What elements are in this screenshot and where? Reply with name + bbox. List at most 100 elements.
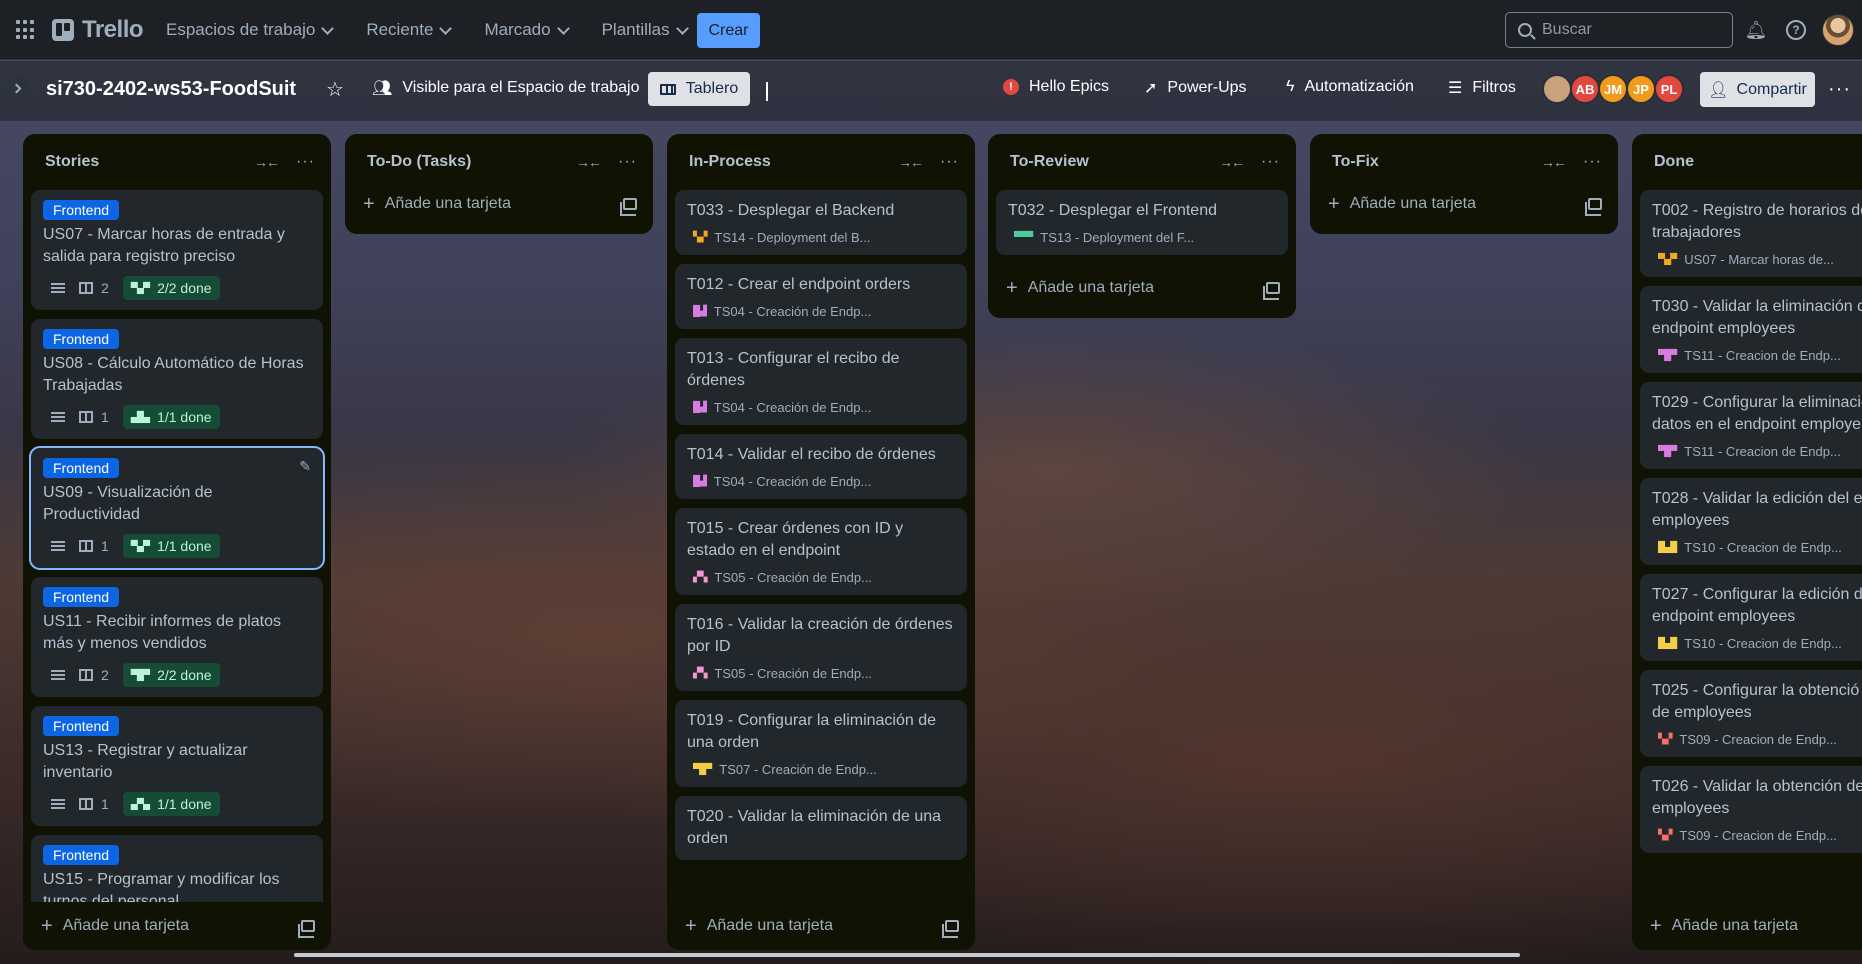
create-button[interactable]: Crear [697, 13, 760, 48]
mirror-count: 2 [101, 667, 109, 683]
collapse-icon[interactable]: →← [1541, 154, 1567, 170]
horizontal-scrollbar[interactable] [294, 953, 1520, 957]
list-title[interactable]: To-Do (Tasks) [367, 153, 471, 171]
sidebar-toggle[interactable] [6, 76, 30, 100]
card-template-icon[interactable] [942, 920, 959, 938]
list-item[interactable]: T030 - Validar la eliminación d en el en… [1640, 286, 1862, 373]
add-card-button[interactable]: + Añade una tarjeta [988, 264, 1296, 312]
list-item[interactable]: T019 - Configurar la eliminación de una … [675, 700, 967, 787]
list-item[interactable]: T015 - Crear órdenes con ID y estado en … [675, 508, 967, 595]
status-badge: ▀█▀ 2/2 done [122, 663, 220, 687]
avatar[interactable] [1542, 74, 1572, 104]
list-title[interactable]: In-Process [689, 153, 771, 171]
list-header: In-Process →← ··· [667, 134, 975, 190]
edit-icon[interactable]: ✎ [299, 458, 311, 475]
parent-epic-icon: ▚▞ [1658, 830, 1672, 841]
collapse-icon[interactable]: →← [1219, 154, 1245, 170]
list-item[interactable]: Frontend US11 - Recibir informes de plat… [31, 577, 323, 697]
list-menu-icon[interactable]: ··· [940, 153, 959, 171]
list-item[interactable]: T027 - Configurar la edición d endpoint … [1640, 574, 1862, 661]
nav-templates[interactable]: Plantillas [590, 16, 699, 44]
epic-progress-icon: ▄▀▄ [130, 798, 150, 810]
list-item[interactable]: Frontend US08 - Cálculo Automático de Ho… [31, 319, 323, 439]
list-item[interactable]: T002 - Registro de horarios de trabajado… [1640, 190, 1862, 277]
card-label: Frontend [43, 716, 120, 736]
chevron-down-icon [556, 21, 570, 35]
add-card-button[interactable]: + Añade una tarjeta [1632, 902, 1862, 950]
views-dropdown[interactable] [766, 82, 768, 101]
automation-button[interactable]: ϟ Automatización [1286, 78, 1414, 96]
main-nav: Espacios de trabajo Reciente Marcado Pla… [154, 16, 709, 44]
star-icon[interactable]: ☆ [326, 77, 344, 102]
nav-recent[interactable]: Reciente [354, 16, 462, 44]
search-input[interactable] [1542, 21, 1712, 39]
collapse-icon[interactable]: →← [254, 154, 280, 170]
list-menu-icon[interactable]: ··· [1261, 153, 1280, 171]
parent-epic-icon: ▀▄▀ [1658, 254, 1677, 265]
share-button[interactable]: 👤︎ Compartir [1700, 72, 1815, 107]
list-title[interactable]: To-Review [1010, 153, 1089, 171]
power-ups-button[interactable]: ➚ Power-Ups [1144, 78, 1247, 98]
card-template-icon[interactable] [298, 920, 315, 938]
card-template-icon[interactable] [1585, 198, 1602, 216]
mirror-count: 1 [101, 538, 109, 554]
list-item[interactable]: T029 - Configurar la eliminació datos en… [1640, 382, 1862, 469]
list-item[interactable]: T014 - Validar el recibo de órdenes █▟ TS0… [675, 434, 967, 499]
search-box[interactable] [1505, 12, 1733, 48]
list-item[interactable]: Frontend US15 - Programar y modificar lo… [31, 835, 323, 902]
list-item[interactable]: T012 - Crear el endpoint orders █▟ TS04 - … [675, 264, 967, 329]
list-title[interactable]: To-Fix [1332, 153, 1379, 171]
add-card-button[interactable]: + Añade una tarjeta [667, 902, 975, 950]
nav-workspaces[interactable]: Espacios de trabajo [154, 16, 344, 44]
help-icon[interactable]: ? [1784, 18, 1808, 42]
board-title[interactable]: si730-2402-ws53-FoodSuit [46, 78, 296, 101]
list-menu-icon[interactable]: ··· [1583, 153, 1602, 171]
list-menu-icon[interactable]: ··· [618, 153, 637, 171]
trello-logo[interactable]: Trello [52, 16, 144, 44]
list-item[interactable]: T013 - Configurar el recibo de órdenes █▟… [675, 338, 967, 425]
avatar[interactable]: PL [1654, 74, 1684, 104]
list-done: Done T002 - Registro de horarios de trab… [1632, 134, 1862, 950]
app-switcher-icon[interactable] [16, 20, 36, 40]
notifications-icon[interactable]: 🔔︎ [1744, 18, 1768, 42]
filters-button[interactable]: ☰ Filtros [1448, 78, 1516, 98]
list-item[interactable]: T026 - Validar la obtención de de employ… [1640, 766, 1862, 853]
add-card-button[interactable]: + Añade una tarjeta [1310, 180, 1618, 228]
avatar[interactable]: JP [1626, 74, 1656, 104]
list-item[interactable]: T033 - Desplegar el Backend ▚▞ TS14 - Depl… [675, 190, 967, 255]
collapse-icon[interactable]: →← [576, 154, 602, 170]
list-menu-icon[interactable]: ··· [296, 153, 315, 171]
nav-starred[interactable]: Marcado [472, 16, 579, 44]
parent-epic-icon: ▚▞ [693, 232, 707, 243]
avatar[interactable]: JM [1598, 74, 1628, 104]
list-item[interactable]: T020 - Validar la eliminación de una ord… [675, 796, 967, 860]
visibility-label: Visible para el Espacio de trabajo [402, 79, 640, 96]
epic-progress-icon: ▄█▄ [130, 411, 150, 423]
list-item[interactable]: Frontend US07 - Marcar horas de entrada … [31, 190, 323, 310]
board-view-button[interactable]: Tablero [648, 72, 750, 106]
add-card-label: Añade una tarjeta [1349, 195, 1477, 212]
list-item[interactable]: Frontend US13 - Registrar y actualizar i… [31, 706, 323, 826]
list-item[interactable]: T032 - Desplegar el Frontend ▀▀▀ TS13 - De… [996, 190, 1288, 255]
list-item[interactable]: T016 - Validar la creación de órdenes po… [675, 604, 967, 691]
visibility-button[interactable]: 👥︎ Visible para el Espacio de trabajo [372, 78, 640, 98]
list-title[interactable]: Done [1654, 153, 1694, 171]
list-item[interactable]: T025 - Configurar la obtenció datos de e… [1640, 670, 1862, 757]
list-title[interactable]: Stories [45, 153, 99, 171]
user-avatar[interactable] [1822, 14, 1854, 46]
card-title: T033 - Desplegar el Backend [687, 202, 895, 219]
more-options-icon[interactable]: ··· [1828, 78, 1851, 101]
card-template-icon[interactable] [620, 198, 637, 216]
add-card-button[interactable]: + Añade una tarjeta [345, 180, 653, 228]
add-card-button[interactable]: + Añade una tarjeta [23, 902, 331, 950]
list-item[interactable]: T028 - Validar la edición del e employee… [1640, 478, 1862, 565]
trello-logo-icon [52, 19, 74, 41]
filters-label: Filtros [1472, 79, 1516, 96]
automation-label: Automatización [1304, 78, 1414, 95]
collapse-icon[interactable]: →← [898, 154, 924, 170]
mirror-card-icon [79, 798, 93, 810]
list-item[interactable]: Frontend ✎ US09 - Visualización de Produ… [29, 446, 325, 570]
avatar[interactable]: AB [1570, 74, 1600, 104]
hello-epics-button[interactable]: ! Hello Epics [1003, 78, 1109, 96]
card-template-icon[interactable] [1263, 282, 1280, 300]
